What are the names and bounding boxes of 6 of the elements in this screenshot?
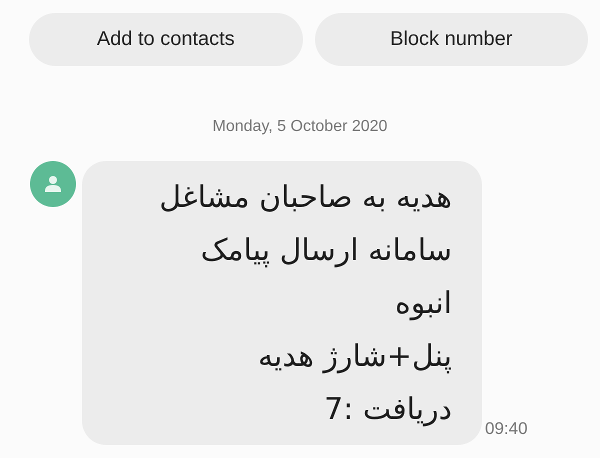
block-number-button[interactable]: Block number bbox=[314, 13, 588, 66]
date-separator: Monday, 5 October 2020 bbox=[212, 118, 388, 136]
contact-avatar-icon bbox=[30, 161, 76, 207]
message-time: 09:40 bbox=[485, 419, 528, 439]
add-contact-button[interactable]: Add to contacts bbox=[29, 13, 302, 66]
message-text: هدیه به صاحبان مشاغل سامانه ارسال پیامک انبوه پنل+شارژ هدیه دریافت :7 bbox=[158, 179, 452, 429]
